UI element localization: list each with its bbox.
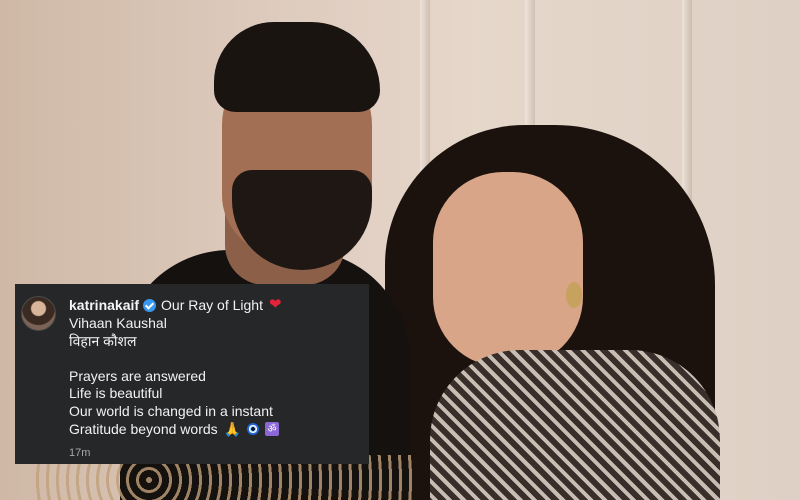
evil-eye-icon [247, 423, 260, 436]
man-hair [214, 22, 380, 112]
comment-blank-line [69, 350, 279, 368]
comment-line: विहान कौशल [69, 332, 137, 349]
comment-header: katrinakaif Our Ray of Light ❤ [69, 296, 282, 314]
earring-icon [566, 282, 582, 308]
comment-line: Life is beautiful [69, 385, 163, 402]
heart-icon: ❤ [268, 296, 282, 313]
comment-line: Vihaan Kaushal [69, 315, 167, 331]
comment-heading: Our Ray of Light [161, 297, 263, 313]
username[interactable]: katrinakaif [69, 297, 139, 313]
woman-dress [430, 350, 720, 500]
pray-icon: 🙏 [223, 420, 242, 437]
comment-line: Gratitude beyond words [69, 420, 218, 437]
instagram-comment-card: katrinakaif Our Ray of Light ❤ Vihaan Ka… [15, 284, 369, 464]
comment-line-with-emoji: Gratitude beyond words 🙏 ॐ [69, 420, 280, 439]
om-icon: ॐ [265, 422, 280, 437]
verified-icon [143, 298, 157, 312]
comment-line: Our world is changed in a instant [69, 402, 273, 419]
woman-face [433, 172, 583, 367]
comment-body: Vihaan Kaushal विहान कौशल Prayers are an… [69, 315, 280, 439]
comment-timestamp: 17m [69, 447, 91, 459]
profile-avatar[interactable] [21, 296, 56, 331]
comment-line: Prayers are answered [69, 367, 206, 384]
